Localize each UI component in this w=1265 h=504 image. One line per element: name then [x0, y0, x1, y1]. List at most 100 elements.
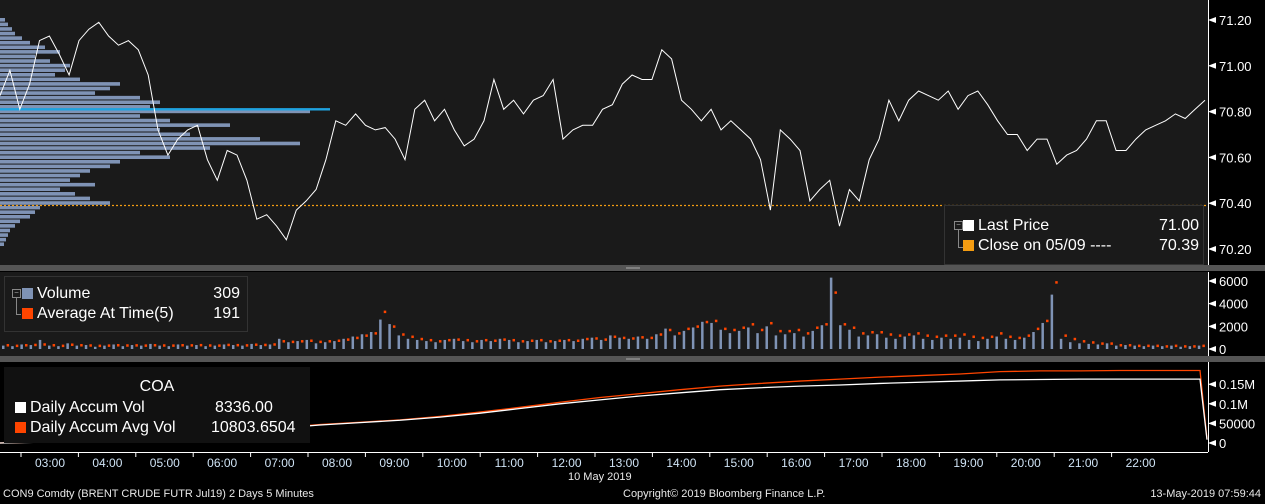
- volume-bar: [250, 343, 253, 349]
- average-dot: [503, 338, 506, 341]
- average-dot: [963, 333, 966, 336]
- collapse-icon[interactable]: −: [954, 221, 963, 230]
- volume-bar: [526, 341, 529, 349]
- average-dot: [199, 343, 203, 347]
- volume-bar: [149, 343, 152, 349]
- volume-swatch: [22, 288, 33, 299]
- x-tick-label: 09:00: [379, 456, 409, 470]
- volume-bar: [434, 342, 437, 349]
- volume-bar: [645, 338, 649, 349]
- x-tick-label: 11:00: [495, 456, 524, 470]
- date-label: 10 May 2019: [568, 471, 632, 483]
- volume-bar: [1179, 346, 1182, 349]
- security-description: CON9 Comdty (BRENT CRUDE FUTR Jul19) 2 D…: [3, 488, 314, 500]
- average-dot: [880, 331, 883, 334]
- average-dot: [144, 344, 148, 347]
- volume-bar: [305, 339, 309, 349]
- average-dot: [871, 331, 874, 334]
- accum-avg-value: 10803.6504: [211, 419, 296, 436]
- average-dot: [558, 339, 562, 343]
- x-tick-label: 05:00: [150, 456, 180, 470]
- volume-bar: [57, 346, 60, 349]
- y-tick-label: 2000: [1219, 319, 1248, 334]
- average-dot: [981, 336, 985, 340]
- average-dot: [475, 340, 479, 343]
- average-dot: [337, 339, 341, 343]
- average-dot: [236, 343, 240, 347]
- copyright: Copyright© 2019 Bloomberg Finance L.P.: [623, 488, 826, 500]
- profile-bar: [0, 105, 150, 109]
- volume-bar: [636, 336, 640, 349]
- average-dot: [1046, 319, 1049, 323]
- volume-bar: [268, 344, 272, 349]
- average-dot: [392, 325, 396, 328]
- profile-bar: [0, 40, 30, 45]
- average-dot: [1101, 342, 1104, 345]
- x-tick-label: 16:00: [781, 456, 811, 470]
- y-tick-label: 0.1M: [1219, 397, 1248, 412]
- average-dot: [567, 338, 571, 342]
- profile-bar: [0, 205, 40, 210]
- volume-bar: [802, 336, 805, 349]
- profile-bar: [0, 182, 95, 187]
- average-dot: [98, 344, 102, 348]
- average-dot: [1018, 336, 1021, 340]
- average-dot: [61, 344, 65, 348]
- average-dot: [291, 340, 295, 344]
- volume-bar: [1041, 322, 1044, 349]
- x-tick-label: 19:00: [953, 456, 983, 470]
- volume-bar: [673, 335, 676, 349]
- volume-bar: [839, 325, 842, 349]
- average-dot: [604, 338, 607, 341]
- average-dot: [52, 344, 56, 347]
- collapse-icon[interactable]: −: [12, 289, 21, 298]
- volume-bar: [1124, 345, 1127, 349]
- x-tick-label: 04:00: [92, 456, 122, 470]
- profile-bar: [0, 36, 22, 40]
- volume-bar: [1069, 342, 1072, 349]
- average-dot: [650, 336, 653, 340]
- average-dot: [484, 338, 488, 342]
- volume-bar: [231, 345, 235, 349]
- volume-bar: [1161, 346, 1164, 349]
- average-dot: [622, 336, 626, 340]
- volume-bar: [139, 345, 143, 349]
- volume-bar: [1050, 294, 1054, 349]
- y-tick-label: 71.00: [1219, 59, 1252, 74]
- average-dot: [908, 333, 911, 336]
- average-dot: [24, 344, 28, 347]
- volume-bar: [443, 339, 447, 349]
- profile-bar: [0, 118, 170, 123]
- x-tick-label: 12:00: [552, 456, 582, 470]
- x-tick-label: 03:00: [35, 456, 65, 470]
- average-dot: [944, 334, 948, 337]
- volume-bar: [701, 321, 704, 349]
- profile-bar: [0, 192, 75, 196]
- volume-bar: [544, 342, 548, 349]
- volume-bar: [204, 346, 207, 349]
- average-dot: [751, 323, 755, 326]
- average-dot: [742, 326, 745, 329]
- volume-bar: [1142, 346, 1146, 349]
- average-dot: [107, 344, 111, 347]
- profile-bar: [0, 201, 110, 205]
- volume-bar: [903, 336, 906, 349]
- volume-bar: [185, 345, 189, 349]
- tick-mark: [1208, 346, 1216, 352]
- average-dot: [1165, 345, 1169, 348]
- y-tick-label: 70.20: [1219, 242, 1252, 257]
- y-tick-label: 4000: [1219, 297, 1248, 312]
- volume-bar: [406, 338, 410, 349]
- profile-bar: [0, 169, 90, 173]
- volume-bar: [480, 339, 483, 349]
- x-tick-label: 07:00: [265, 456, 295, 470]
- volume-bar: [1023, 337, 1026, 349]
- volume-bar: [627, 338, 630, 349]
- profile-bar: [0, 210, 35, 214]
- average-dot: [374, 332, 378, 335]
- volume-bar: [121, 346, 125, 349]
- average-dot: [1027, 334, 1031, 337]
- average-dot: [1000, 332, 1003, 335]
- profile-bar: [0, 224, 15, 228]
- volume-bar: [1078, 343, 1081, 349]
